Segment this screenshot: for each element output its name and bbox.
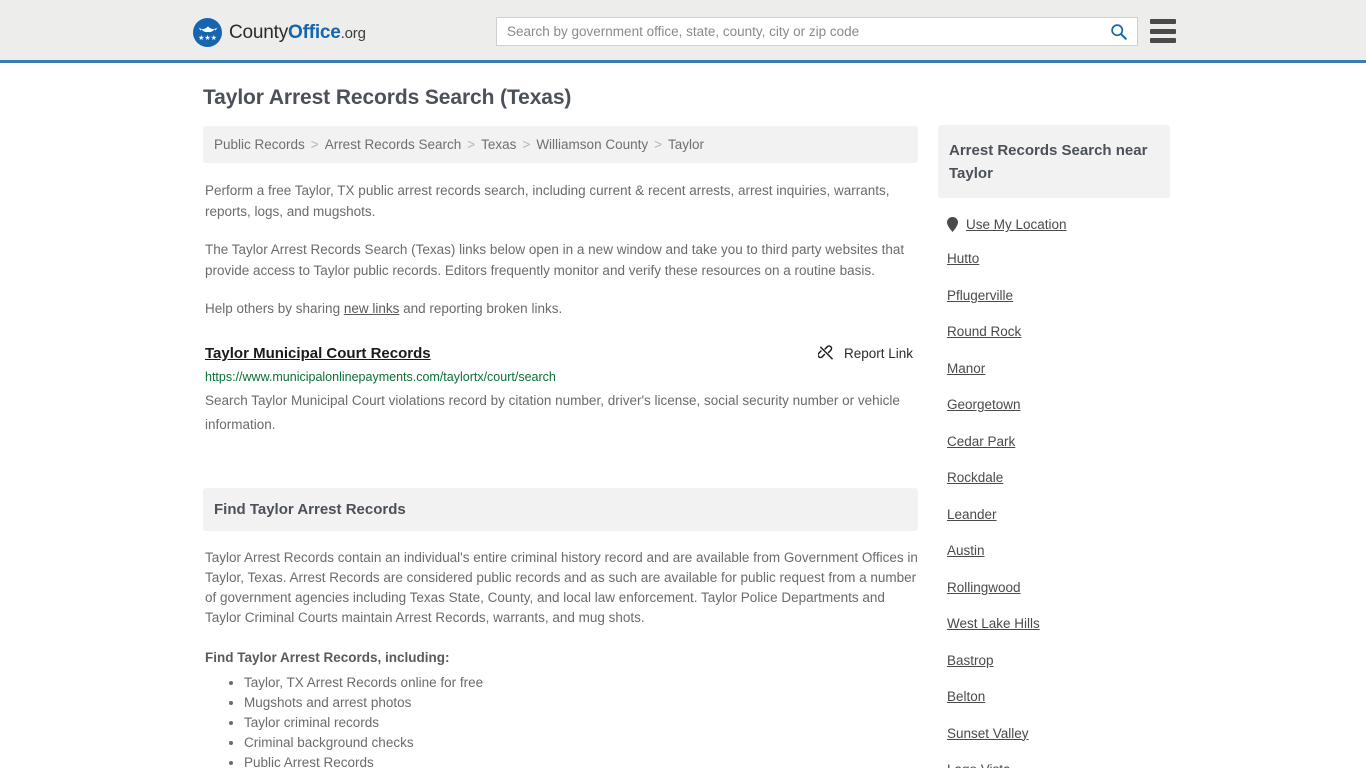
sidebar-item-cedar-park[interactable]: Cedar Park [947, 434, 1170, 449]
sidebar-city-links: Hutto Pflugerville Round Rock Manor Geor… [938, 251, 1170, 768]
breadcrumb: Public Records > Arrest Records Search > Tex… [203, 126, 918, 163]
main-content: Taylor Arrest Records Search (Texas) Pub… [203, 86, 918, 768]
menu-bar-1 [1150, 19, 1176, 24]
use-my-location-link[interactable]: Use My Location [966, 217, 1067, 232]
result-title-link[interactable]: Taylor Municipal Court Records [205, 345, 431, 362]
sidebar-item-austin[interactable]: Austin [947, 543, 1170, 558]
new-links-link[interactable]: new links [344, 301, 400, 316]
page-title: Taylor Arrest Records Search (Texas) [203, 86, 572, 109]
find-records-heading: Find Taylor Arrest Records [203, 488, 918, 531]
broken-link-icon [817, 345, 833, 360]
report-link-label: Report Link [843, 346, 913, 361]
breadcrumb-item-texas[interactable]: Texas [481, 137, 516, 152]
report-link-button[interactable]: Report Link [817, 345, 913, 362]
menu-icon[interactable] [1150, 19, 1176, 43]
result-item: Taylor Municipal Court Records Report Li… [203, 345, 918, 437]
breadcrumb-separator: > [522, 137, 531, 152]
sidebar-item-hutto[interactable]: Hutto [947, 251, 1170, 266]
share-text-after: and reporting broken links. [399, 301, 563, 316]
list-item: Taylor, TX Arrest Records online for fre… [244, 673, 918, 693]
menu-bar-2 [1150, 28, 1176, 34]
logo-wordmark: CountyOffice.org [229, 22, 366, 44]
result-description: Search Taylor Municipal Court violations… [205, 393, 900, 432]
sidebar-item-rollingwood[interactable]: Rollingwood [947, 580, 1170, 595]
logo-text-county: County [229, 21, 289, 43]
sidebar-item-belton[interactable]: Belton [947, 689, 1170, 704]
result-header-row: Taylor Municipal Court Records Report Li… [205, 345, 918, 362]
find-records-list: Taylor, TX Arrest Records online for fre… [203, 673, 918, 768]
list-item: Criminal background checks [244, 733, 918, 753]
sidebar-item-lago-vista[interactable]: Lago Vista [947, 762, 1170, 768]
sidebar-item-pflugerville[interactable]: Pflugerville [947, 288, 1170, 303]
map-pin-icon [947, 217, 958, 232]
sidebar-item-sunset-valley[interactable]: Sunset Valley [947, 726, 1170, 741]
intro-paragraph-2: The Taylor Arrest Records Search (Texas)… [205, 242, 905, 278]
intro-paragraph-1: Perform a free Taylor, TX public arrest … [205, 183, 890, 219]
search-bar[interactable] [496, 17, 1138, 46]
sidebar-item-manor[interactable]: Manor [947, 361, 1170, 376]
breadcrumb-item-public-records[interactable]: Public Records [214, 137, 305, 152]
search-button[interactable] [1099, 18, 1137, 45]
sidebar-item-georgetown[interactable]: Georgetown [947, 397, 1170, 412]
logo-text-org: .org [340, 24, 366, 42]
list-item: Public Arrest Records [244, 753, 918, 768]
sidebar-item-round-rock[interactable]: Round Rock [947, 324, 1170, 339]
site-header: ★★★ CountyOffice.org [0, 0, 1366, 63]
sidebar-heading: Arrest Records Search near Taylor [938, 125, 1170, 198]
list-item: Taylor criminal records [244, 713, 918, 733]
intro-paragraph-3: Help others by sharing new links and rep… [205, 298, 918, 319]
logo-stars-icon: ★★★ [198, 35, 217, 42]
site-logo[interactable]: ★★★ CountyOffice.org [193, 18, 366, 47]
search-icon [1110, 24, 1127, 40]
find-records-list-title: Find Taylor Arrest Records, including: [205, 650, 450, 665]
breadcrumb-item-williamson-county[interactable]: Williamson County [536, 137, 648, 152]
sidebar-item-bastrop[interactable]: Bastrop [947, 653, 1170, 668]
list-item: Mugshots and arrest photos [244, 693, 918, 713]
search-input[interactable] [497, 18, 1099, 45]
menu-bar-3 [1150, 38, 1176, 43]
breadcrumb-separator: > [654, 137, 662, 152]
logo-text-office: Office [288, 21, 341, 43]
sidebar-item-rockdale[interactable]: Rockdale [947, 470, 1170, 485]
county-office-logo-icon: ★★★ [193, 18, 222, 47]
sidebar-item-west-lake-hills[interactable]: West Lake Hills [947, 616, 1170, 631]
result-url: https://www.municipalonlinepayments.com/… [205, 370, 556, 384]
breadcrumb-item-taylor[interactable]: Taylor [668, 137, 704, 152]
share-text-before: Help others by sharing [205, 301, 344, 316]
breadcrumb-separator: > [467, 137, 476, 152]
find-records-body: Taylor Arrest Records contain an individ… [205, 550, 918, 625]
sidebar: Arrest Records Search near Taylor Use My… [938, 125, 1170, 768]
sidebar-item-leander[interactable]: Leander [947, 507, 1170, 522]
breadcrumb-item-arrest-records-search[interactable]: Arrest Records Search [325, 137, 462, 152]
use-my-location-row[interactable]: Use My Location [947, 217, 1170, 232]
breadcrumb-separator: > [310, 137, 319, 152]
